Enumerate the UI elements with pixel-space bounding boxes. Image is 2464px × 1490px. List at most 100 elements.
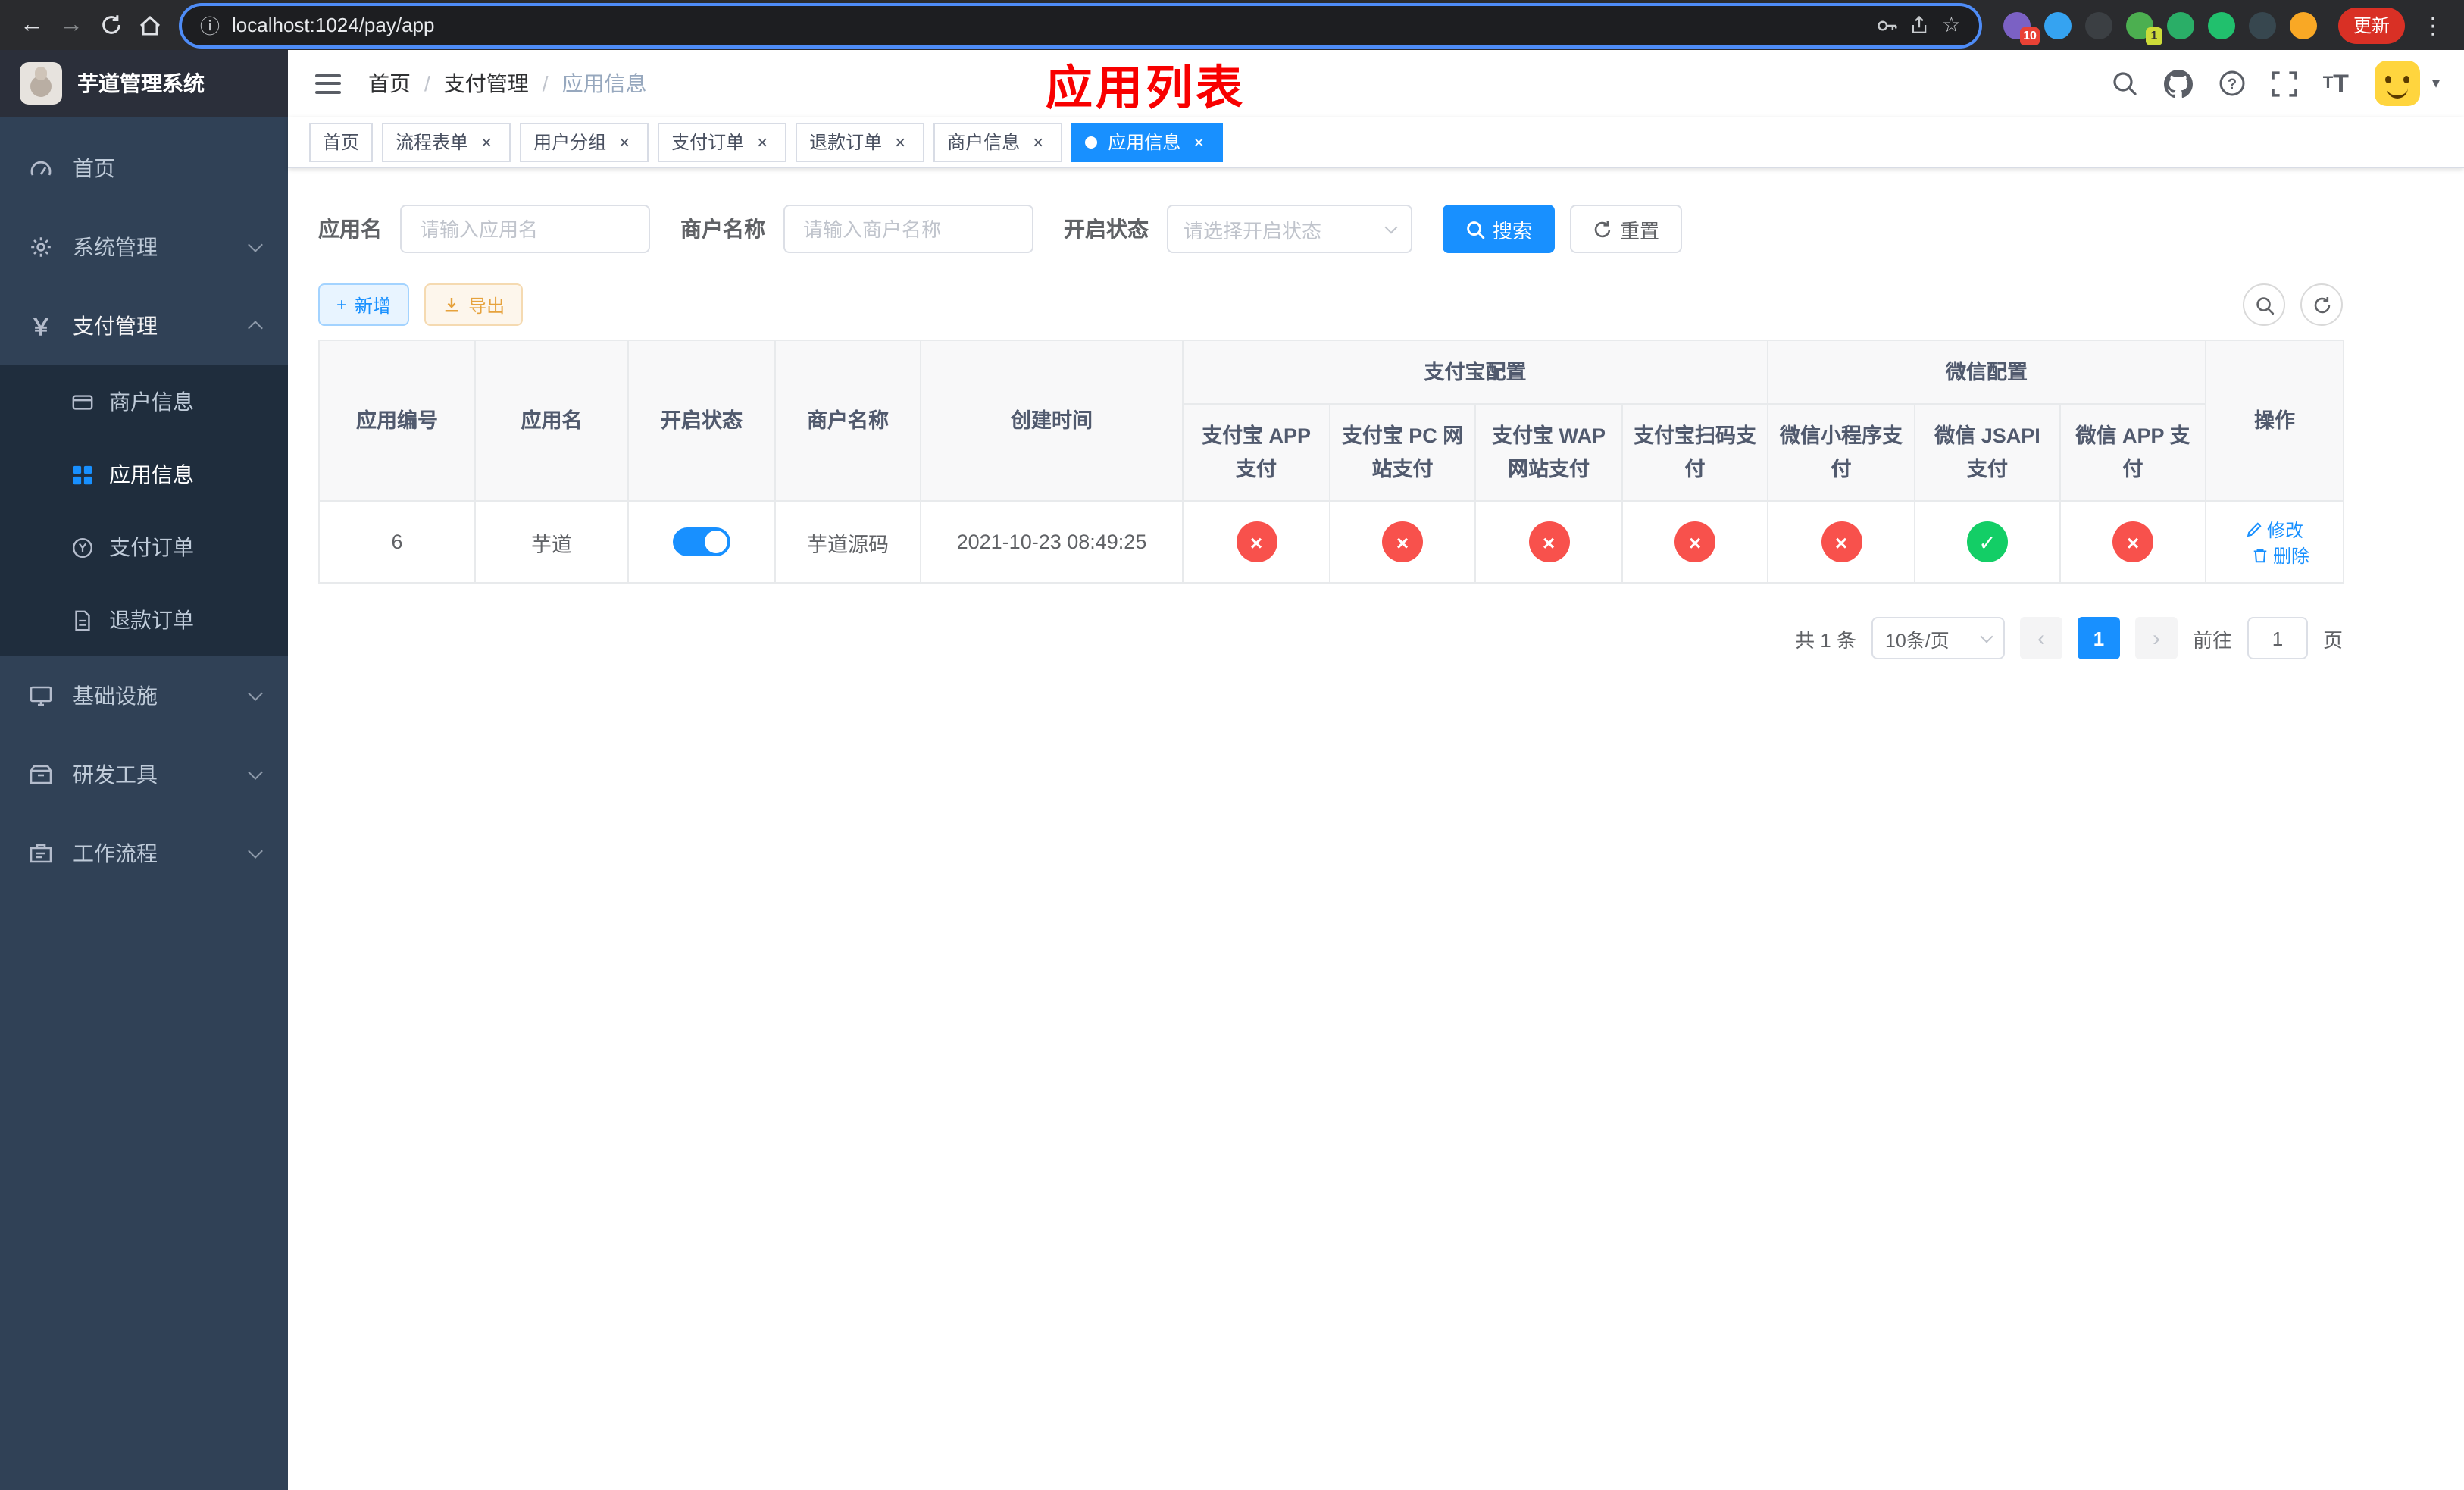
sidebar-item-refund-order[interactable]: 退款订单	[0, 584, 288, 656]
font-size-icon[interactable]: TT	[2323, 70, 2349, 96]
document-icon	[70, 609, 94, 631]
bookmark-star-icon[interactable]: ☆	[1942, 12, 1961, 38]
svg-text:?: ?	[2228, 76, 2237, 92]
forward-icon[interactable]: →	[52, 5, 91, 45]
col-header-actions: 操作	[2205, 340, 2345, 502]
tag-refund-order[interactable]: 退款订单 ×	[796, 122, 925, 161]
merchant-name-input[interactable]	[783, 205, 1033, 253]
merchant-name-label: 商户名称	[680, 217, 765, 241]
sidebar-item-merchant-info[interactable]: 商户信息	[0, 365, 288, 438]
app-logo-bar[interactable]: 芋道管理系统	[0, 50, 288, 117]
col-header-alipay-pc: 支付宝 PC 网站支付	[1329, 403, 1476, 502]
github-icon[interactable]	[2163, 69, 2193, 98]
export-button[interactable]: 导出	[424, 283, 524, 326]
extension-icon[interactable]: 10	[2003, 11, 2040, 45]
close-tag-icon[interactable]: ×	[476, 131, 497, 152]
page-content: 应用名 商户名称 开启状态 请选择开启状态 搜索 重置	[288, 168, 2464, 1490]
current-page-button[interactable]: 1	[2077, 617, 2120, 659]
tag-user-group[interactable]: 用户分组 ×	[520, 122, 649, 161]
extension-icon[interactable]	[2248, 11, 2276, 39]
edit-button[interactable]: 修改	[2246, 516, 2303, 542]
sidebar-toggle-icon[interactable]	[312, 67, 344, 99]
col-header-status: 开启状态	[627, 340, 776, 502]
toggle-search-button[interactable]	[2243, 283, 2285, 326]
tag-pay-order[interactable]: 支付订单 ×	[658, 122, 787, 161]
goto-page-input[interactable]	[2247, 617, 2308, 659]
extension-icon[interactable]	[2043, 11, 2072, 39]
add-button[interactable]: + 新增	[318, 283, 410, 326]
tag-merchant-info[interactable]: 商户信息 ×	[933, 122, 1063, 161]
table-toolbar: + 新增 导出	[318, 283, 2343, 326]
back-icon[interactable]: ←	[12, 5, 52, 45]
chevron-down-icon	[1980, 629, 1993, 643]
col-header-created: 创建时间	[920, 340, 1184, 502]
group-header-wechat: 微信配置	[1766, 340, 2207, 405]
page-annotation: 应用列表	[1046, 61, 1246, 114]
active-tag-dot	[1085, 136, 1098, 148]
status-toggle[interactable]	[673, 527, 730, 556]
search-icon[interactable]	[2111, 70, 2138, 97]
extension-icon[interactable]: 1	[2125, 11, 2162, 45]
page-size-select[interactable]: 10条/页	[1871, 617, 2005, 659]
sidebar-item-app-info[interactable]: 应用信息	[0, 438, 288, 511]
breadcrumb: 首页 / 支付管理 / 应用信息	[368, 68, 647, 99]
close-tag-icon[interactable]: ×	[1027, 131, 1049, 152]
close-tag-icon[interactable]: ×	[752, 131, 773, 152]
next-page-button[interactable]: ›	[2134, 617, 2178, 659]
navbar-actions: ? TT ▾	[2111, 61, 2440, 106]
yen-icon: ￥	[29, 315, 52, 340]
close-tag-icon[interactable]: ×	[1188, 131, 1209, 152]
pagination-total: 共 1 条	[1795, 628, 1856, 651]
chevron-down-icon	[248, 844, 263, 859]
sidebar-item-system[interactable]: 系统管理	[0, 208, 288, 286]
tag-home[interactable]: 首页	[309, 122, 374, 161]
col-header-alipay-qr: 支付宝扫码支付	[1621, 403, 1768, 502]
col-header-alipay-app: 支付宝 APP 支付	[1182, 403, 1330, 502]
sidebar-item-payment[interactable]: ￥ 支付管理	[0, 286, 288, 365]
main-area: 首页 / 支付管理 / 应用信息 应用列表 ? T T ▾ 首页 流程表单 × …	[288, 50, 2464, 1490]
col-header-merchant: 商户名称	[774, 340, 921, 502]
delete-button[interactable]: 删除	[2252, 542, 2309, 568]
sidebar-item-home[interactable]: 首页	[0, 129, 288, 208]
tag-process-form[interactable]: 流程表单 ×	[382, 122, 511, 161]
col-header-app-id: 应用编号	[318, 340, 476, 502]
extension-icon[interactable]	[2166, 11, 2194, 39]
home-icon[interactable]	[130, 5, 170, 45]
user-menu-caret-icon[interactable]: ▾	[2432, 75, 2440, 92]
browser-menu-icon[interactable]: ⋮	[2414, 11, 2452, 39]
app-name-label: 应用名	[318, 217, 382, 241]
extension-icon[interactable]	[2289, 11, 2317, 39]
browser-update-button[interactable]: 更新	[2337, 7, 2405, 43]
extension-icon[interactable]	[2207, 11, 2235, 39]
close-tag-icon[interactable]: ×	[890, 131, 911, 152]
status-select[interactable]: 请选择开启状态	[1167, 205, 1412, 253]
prev-page-button[interactable]: ‹	[2019, 617, 2062, 659]
grid-icon	[70, 463, 94, 486]
user-avatar[interactable]	[2374, 61, 2420, 106]
breadcrumb-home[interactable]: 首页	[368, 68, 411, 99]
refresh-button[interactable]	[2300, 283, 2343, 326]
help-icon[interactable]: ?	[2219, 70, 2246, 97]
sidebar-item-infrastructure[interactable]: 基础设施	[0, 656, 288, 735]
sidebar-item-dev-tools[interactable]: 研发工具	[0, 735, 288, 814]
plus-icon: +	[336, 294, 348, 315]
close-tag-icon[interactable]: ×	[614, 131, 635, 152]
reset-button[interactable]: 重置	[1570, 205, 1683, 253]
breadcrumb-payment[interactable]: 支付管理	[444, 68, 529, 99]
password-key-icon[interactable]	[1877, 14, 1898, 36]
app-name-input[interactable]	[400, 205, 650, 253]
search-button[interactable]: 搜索	[1443, 205, 1556, 253]
extension-icon[interactable]	[2084, 11, 2112, 39]
alipay-pc-status-icon: ×	[1382, 521, 1423, 562]
tag-app-info[interactable]: 应用信息 ×	[1071, 122, 1224, 161]
col-header-app-name: 应用名	[474, 340, 629, 502]
reload-icon[interactable]	[91, 5, 130, 45]
share-icon[interactable]	[1910, 15, 1930, 35]
site-info-icon[interactable]: ⓘ	[200, 11, 220, 39]
address-bar[interactable]: ⓘ localhost:1024/pay/app ☆	[182, 5, 1979, 45]
wx-mini-status-icon: ×	[1821, 521, 1862, 562]
fullscreen-icon[interactable]	[2272, 70, 2297, 96]
sidebar-item-pay-order[interactable]: 支付订单	[0, 511, 288, 584]
sidebar-item-workflow[interactable]: 工作流程	[0, 814, 288, 893]
alipay-app-status-icon: ×	[1236, 521, 1277, 562]
